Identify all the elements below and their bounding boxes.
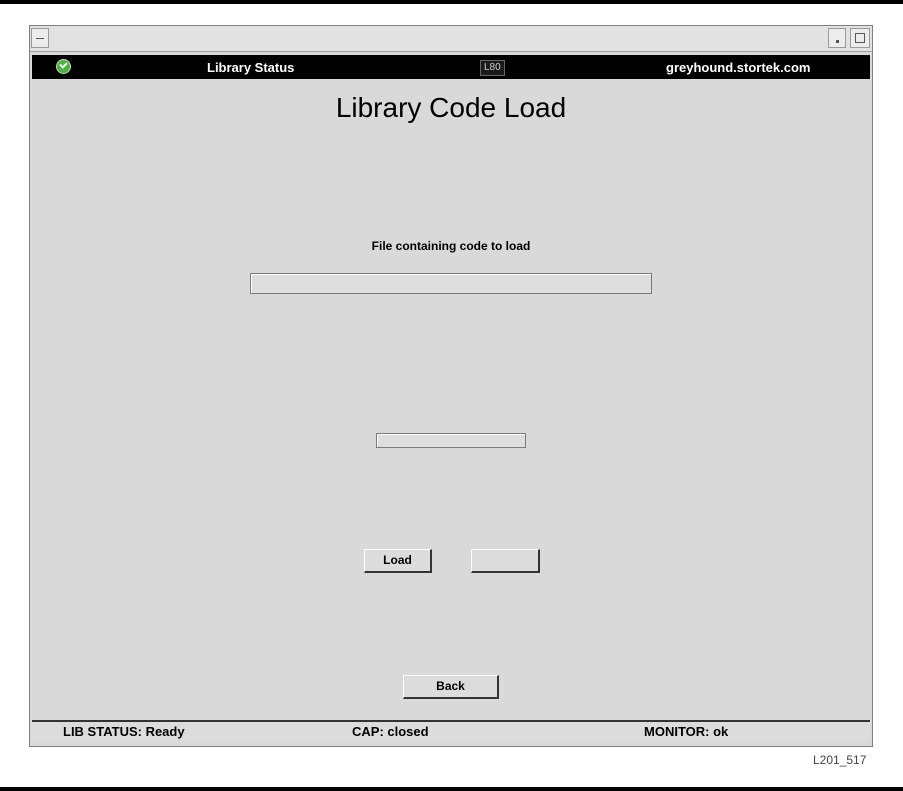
bottom-rule [0, 787, 903, 791]
window-menu-icon[interactable] [31, 28, 49, 48]
library-status-title: Library Status [207, 60, 295, 75]
top-rule [0, 0, 903, 4]
bottom-status-bar: LIB STATUS: Ready CAP: closed MONITOR: o… [32, 720, 870, 742]
page-title: Library Code Load [335, 92, 567, 123]
load-progress-field [376, 433, 526, 448]
cap-status-text: CAP: closed [352, 724, 429, 739]
library-status-bar: Library Status L80 greyhound.stortek.com [32, 55, 870, 79]
monitor-status-text: MONITOR: ok [644, 724, 729, 739]
load-button[interactable]: Load [364, 549, 432, 573]
hostname-label: greyhound.stortek.com [666, 60, 811, 75]
window-minimize-icon[interactable] [828, 28, 846, 48]
unlabeled-button[interactable] [471, 549, 540, 573]
window-maximize-icon[interactable] [850, 28, 870, 48]
code-file-input[interactable] [250, 273, 652, 294]
figure-id-label: L201_517 [813, 753, 867, 767]
file-field-label: File containing code to load [371, 239, 531, 253]
ok-check-icon [56, 59, 71, 74]
model-badge: L80 [480, 60, 505, 76]
window-titlebar [30, 26, 872, 52]
back-button[interactable]: Back [403, 675, 499, 699]
lib-status-text: LIB STATUS: Ready [63, 724, 185, 739]
app-window: Library Status L80 greyhound.stortek.com… [29, 25, 873, 747]
